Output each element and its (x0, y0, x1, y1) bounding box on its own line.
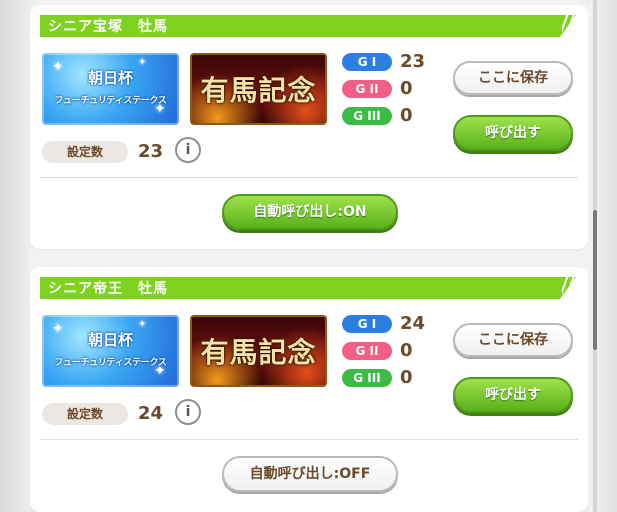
card-title: シニア宝塚 牡馬 (48, 19, 168, 35)
save-here-button[interactable]: ここに保存 (453, 323, 573, 357)
divider (40, 177, 578, 178)
grade-badge-g1: G I (342, 53, 392, 71)
info-icon[interactable]: i (175, 137, 201, 163)
race-banner-asahi-hai: ✦ ✦ ✦ 朝日杯 フューチュリティステークス (42, 53, 179, 125)
grade-count-g1: 23 (400, 51, 426, 72)
grade-count-g1: 24 (400, 313, 426, 334)
header-stripes (562, 277, 584, 299)
background-left (0, 0, 30, 512)
race-banner-title: 朝日杯 (87, 69, 133, 87)
race-banner-subtitle: フューチュリティステークス (54, 96, 167, 106)
divider (40, 439, 578, 440)
grade-badge-g1: G I (342, 315, 392, 333)
race-banner-title: 有馬記念 (200, 74, 317, 107)
setting-count-value: 23 (138, 141, 164, 162)
auto-call-toggle-button[interactable]: 自動呼び出し:OFF (222, 456, 398, 492)
grade-badge-g3: G III (342, 369, 392, 387)
grade-count-g3: 0 (400, 367, 413, 388)
race-banner-title: 朝日杯 (87, 331, 133, 349)
card-title: シニア帝王 牡馬 (48, 281, 168, 297)
grade-badge-g2: G II (342, 342, 392, 360)
race-banner-arima-kinen: 有馬記念 (190, 53, 327, 125)
grade-count-g2: 0 (400, 340, 413, 361)
header-stripes (562, 15, 584, 37)
info-icon[interactable]: i (175, 399, 201, 425)
preset-card: シニア帝王 牡馬 ✦ ✦ ✦ 朝日杯 フューチュリティステークス 有馬記念 G … (30, 267, 588, 512)
race-banner-subtitle: フューチュリティステークス (54, 358, 167, 368)
setting-count-value: 24 (138, 403, 164, 424)
setting-count-label: 設定数 (42, 403, 128, 425)
call-button[interactable]: 呼び出す (453, 377, 573, 413)
race-banner-title: 有馬記念 (200, 336, 317, 369)
scrollbar-thumb[interactable] (593, 210, 597, 350)
grade-badge-g3: G III (342, 107, 392, 125)
grade-count-g3: 0 (400, 105, 413, 126)
race-banner-arima-kinen: 有馬記念 (190, 315, 327, 387)
call-button[interactable]: 呼び出す (453, 115, 573, 151)
preset-card: シニア宝塚 牡馬 ✦ ✦ ✦ 朝日杯 フューチュリティステークス 有馬記念 G … (30, 5, 588, 249)
auto-call-toggle-button[interactable]: 自動呼び出し:ON (222, 194, 398, 230)
grade-badge-g2: G II (342, 80, 392, 98)
grade-count-g2: 0 (400, 78, 413, 99)
save-here-button[interactable]: ここに保存 (453, 61, 573, 95)
setting-count-label: 設定数 (42, 141, 128, 163)
race-banner-asahi-hai: ✦ ✦ ✦ 朝日杯 フューチュリティステークス (42, 315, 179, 387)
